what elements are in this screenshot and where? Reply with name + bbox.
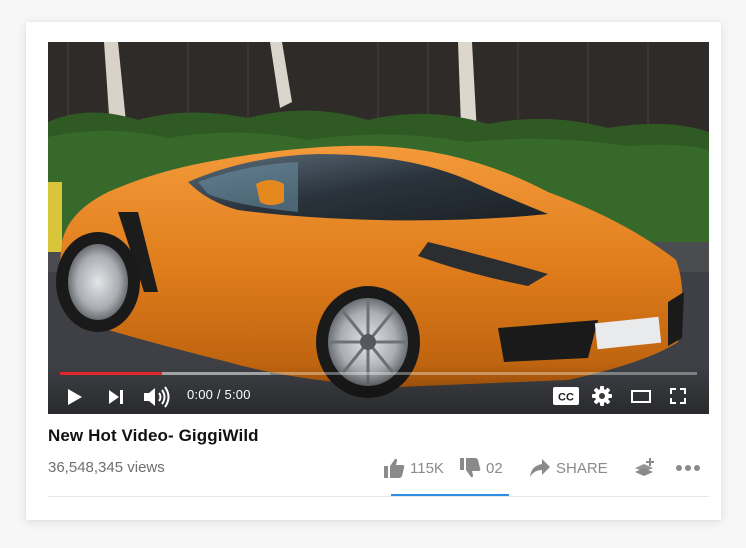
share-button[interactable]: SHARE: [529, 456, 608, 480]
next-icon: [109, 390, 123, 404]
theater-mode-button[interactable]: [631, 390, 651, 408]
settings-button[interactable]: [592, 386, 612, 411]
dislike-button[interactable]: 02: [459, 456, 503, 480]
like-button[interactable]: 115K: [383, 456, 444, 480]
add-to-playlist-button[interactable]: [633, 456, 657, 480]
volume-button[interactable]: [143, 386, 173, 413]
more-button[interactable]: [676, 456, 700, 480]
thumbs-up-icon: [384, 458, 405, 478]
volume-icon: [144, 386, 170, 408]
progress-played: [60, 372, 162, 375]
progress-bar[interactable]: [60, 372, 697, 375]
fullscreen-icon: [670, 388, 686, 404]
active-action-underline: [391, 494, 509, 496]
theater-mode-icon: [631, 390, 651, 403]
player-controls: 0:00 / 5:00 CC: [48, 364, 709, 414]
video-title[interactable]: New Hot Video- GiggiWild: [48, 426, 259, 446]
video-frame-image: [48, 42, 709, 414]
settings-icon: [592, 386, 612, 406]
share-arrow-icon: [530, 459, 550, 477]
next-button[interactable]: [108, 389, 124, 410]
play-icon: [68, 389, 82, 405]
dislike-count: 02: [486, 459, 503, 477]
captions-icon: CC: [553, 387, 579, 405]
svg-text:CC: CC: [558, 392, 574, 404]
fullscreen-button[interactable]: [670, 388, 686, 409]
time-display: 0:00 / 5:00: [187, 387, 251, 402]
captions-button[interactable]: CC: [553, 387, 579, 410]
thumbs-down-icon: [460, 458, 481, 478]
divider: [48, 496, 709, 497]
more-icon: [676, 465, 700, 471]
like-count: 115K: [410, 459, 444, 477]
video-card: 0:00 / 5:00 CC New Hot Video- GiggiWild …: [26, 22, 721, 520]
view-count: 36,548,345 views: [48, 459, 165, 476]
play-button[interactable]: [66, 388, 84, 411]
share-label: SHARE: [556, 459, 608, 477]
video-player[interactable]: 0:00 / 5:00 CC: [48, 42, 709, 414]
add-to-playlist-icon: [635, 458, 654, 476]
